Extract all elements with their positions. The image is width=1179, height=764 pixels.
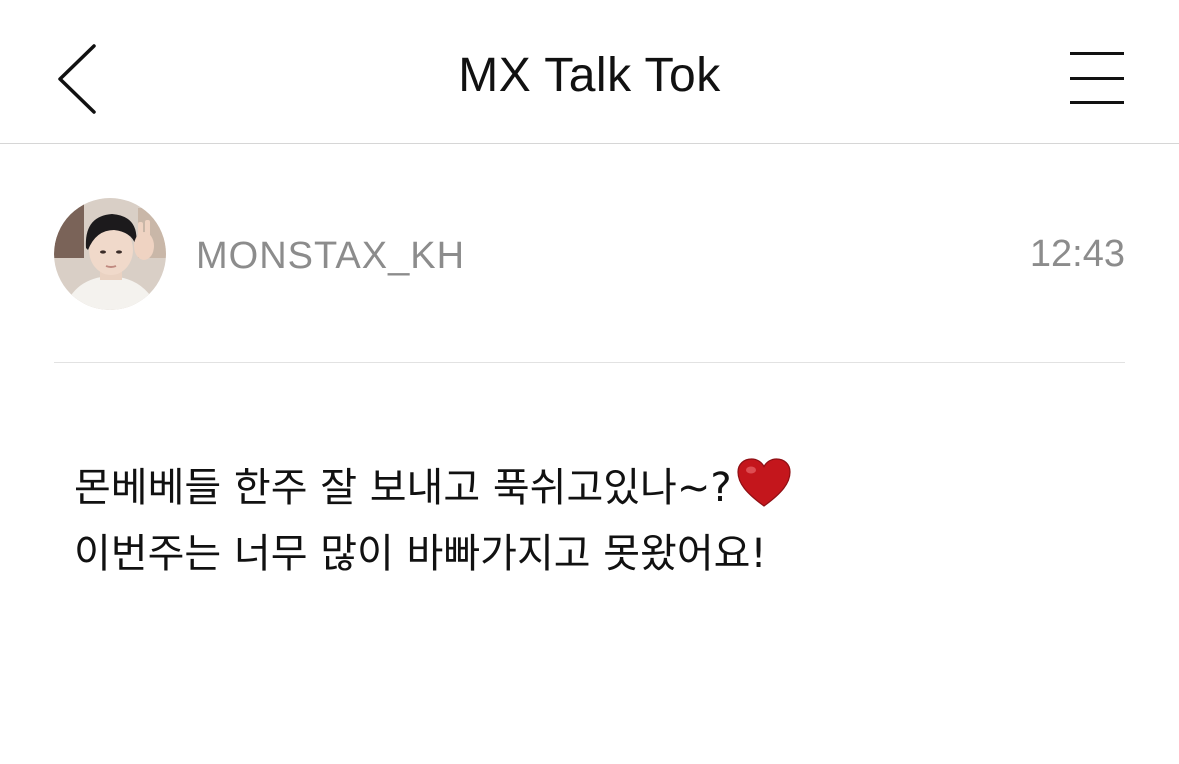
heart-emoji [737, 458, 791, 507]
top-navigation-bar: MX Talk Tok [0, 0, 1179, 144]
message-body: 몬베베들 한주 잘 보내고 푹쉬고있나~? 이번주는 너무 많이 바빠가지고 못… [74, 455, 1114, 587]
profile-photo [54, 198, 166, 310]
post-author-row: MONSTAX_KH 12:43 [54, 198, 1125, 310]
message-line: 이번주는 너무 많이 바빠가지고 못왔어요! [74, 531, 767, 577]
author-name[interactable]: MONSTAX_KH [196, 235, 465, 278]
talk-screen: MX Talk Tok MONSTAX_KH 12:43 몬베베들 한주 잘 보… [0, 0, 1179, 764]
divider [54, 362, 1125, 363]
menu-button[interactable] [1060, 44, 1132, 112]
message-line: 몬베베들 한주 잘 보내고 푹쉬고있나~? [74, 455, 1114, 521]
post-time: 12:43 [1029, 233, 1125, 275]
avatar[interactable] [54, 198, 166, 310]
page-title: MX Talk Tok [458, 49, 721, 102]
